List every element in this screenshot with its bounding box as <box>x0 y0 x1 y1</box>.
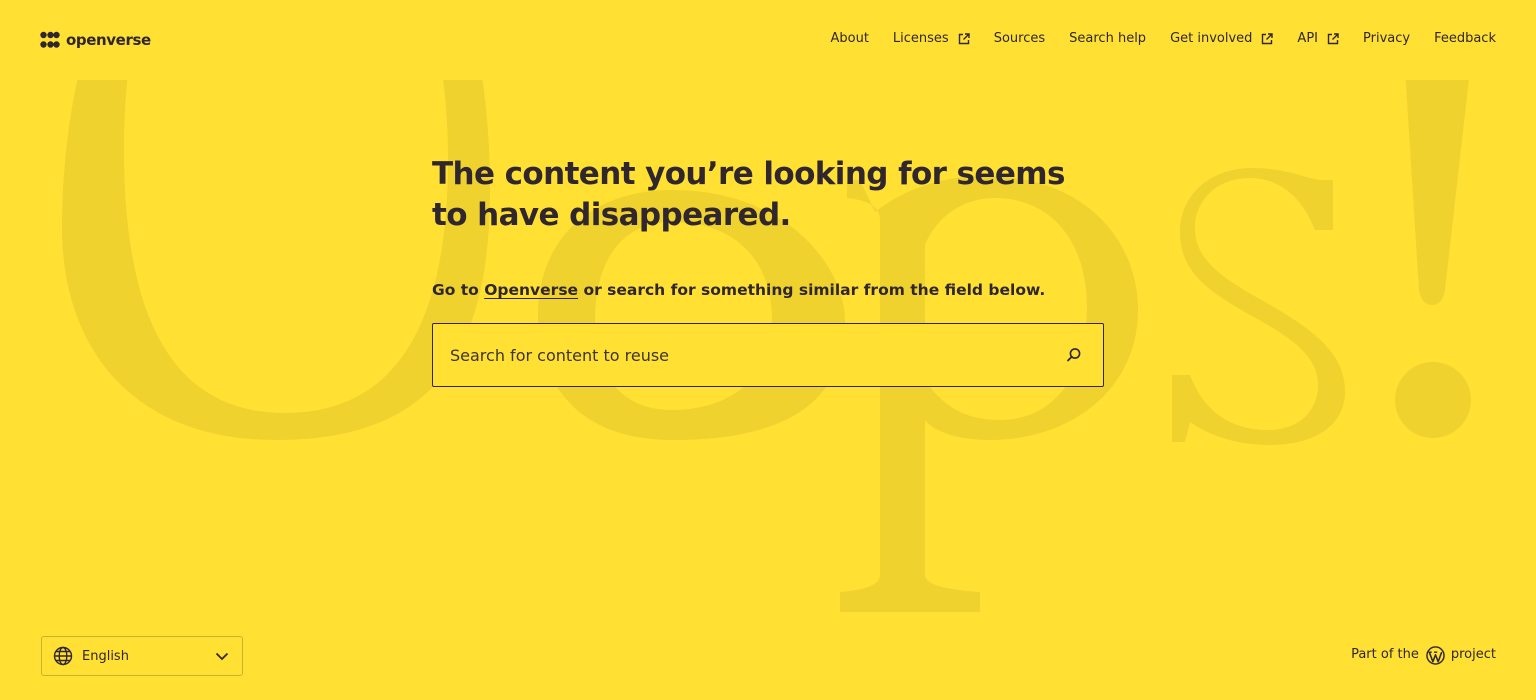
chevron-down-icon <box>215 652 229 660</box>
error-description: Go to Openverse or search for something … <box>432 278 1104 302</box>
nav-about[interactable]: About <box>830 29 868 49</box>
nav-label: API <box>1297 31 1318 46</box>
search-form <box>432 323 1104 387</box>
site-header: openverse About Licenses Sources Search … <box>0 0 1536 80</box>
openverse-logo-link[interactable]: openverse <box>40 31 151 49</box>
nav-licenses[interactable]: Licenses <box>893 29 970 49</box>
description-prefix: Go to <box>432 281 485 299</box>
nav-privacy[interactable]: Privacy <box>1363 29 1410 49</box>
search-button[interactable] <box>1045 325 1103 385</box>
nav-label: Search help <box>1069 31 1147 46</box>
nav-api[interactable]: API <box>1297 29 1339 49</box>
search-icon <box>1067 348 1081 362</box>
nav-feedback[interactable]: Feedback <box>1434 29 1496 49</box>
openverse-logo-icon <box>40 31 60 48</box>
logo-wordmark: openverse <box>66 31 151 49</box>
description-suffix: or search for something similar from the… <box>578 281 1046 299</box>
nav-label: Feedback <box>1434 31 1496 46</box>
credit-suffix: project <box>1450 647 1496 662</box>
footer-credit: Part of the project <box>1351 645 1496 665</box>
nav-search-help[interactable]: Search help <box>1069 29 1146 49</box>
wordpress-link[interactable] <box>1419 645 1451 665</box>
external-link-icon <box>958 33 970 45</box>
language-value: English <box>82 648 129 664</box>
page-title: The content you’re looking for seems to … <box>432 156 1065 233</box>
nav-label: Get involved <box>1170 31 1253 46</box>
nav-sources[interactable]: Sources <box>994 29 1045 49</box>
external-link-icon <box>1327 33 1339 45</box>
credit-prefix: Part of the <box>1351 647 1419 662</box>
error-content: The content you’re looking for seems to … <box>432 154 1104 387</box>
search-input[interactable] <box>433 325 1045 385</box>
globe-icon <box>53 646 73 666</box>
wordpress-icon <box>1426 645 1445 665</box>
nav-label: Sources <box>993 31 1046 46</box>
nav-label: About <box>830 31 869 46</box>
nav-label: Privacy <box>1363 31 1411 46</box>
nav-get-involved[interactable]: Get involved <box>1170 29 1274 49</box>
external-link-icon <box>1262 33 1274 45</box>
nav-label: Licenses <box>892 31 949 46</box>
main-navigation: About Licenses Sources Search help Get i… <box>830 29 1496 49</box>
openverse-home-link[interactable]: Openverse <box>484 281 578 299</box>
language-select[interactable]: English <box>41 636 243 676</box>
